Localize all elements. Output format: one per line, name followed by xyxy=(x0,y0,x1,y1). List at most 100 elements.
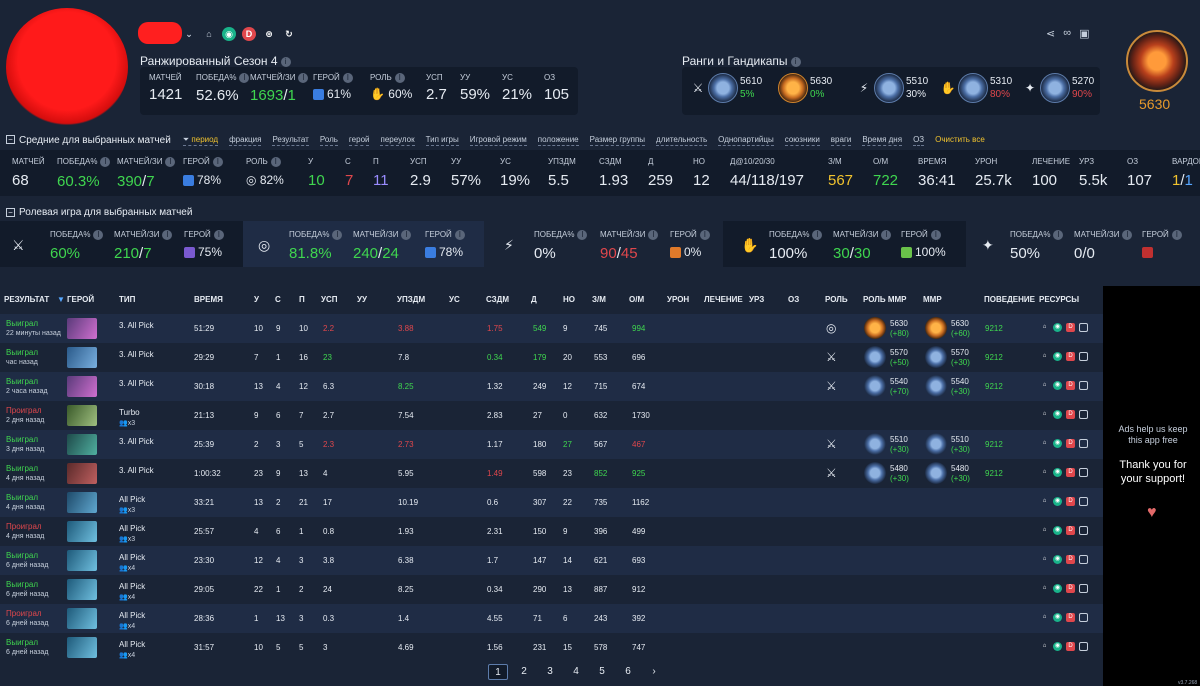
hero-portrait[interactable] xyxy=(67,550,97,571)
col-kills[interactable]: У xyxy=(254,295,259,304)
home-icon[interactable]: ⌂ xyxy=(1040,439,1049,448)
opendota-icon[interactable]: ◉ xyxy=(1053,613,1062,622)
share-icon[interactable]: ⋖ xyxy=(1046,27,1055,40)
dotabuff-icon[interactable]: D xyxy=(1066,555,1075,564)
dotabuff-icon[interactable]: D xyxy=(1066,439,1075,448)
table-row[interactable]: Выиграл 4 дня назад All Pick 👥x3 33:21 13 2 21 1… xyxy=(0,488,1103,517)
col-upzdm[interactable]: УПЗДМ xyxy=(397,295,425,304)
home-icon[interactable]: ⌂ xyxy=(1040,352,1049,361)
refresh-icon[interactable]: ↻ xyxy=(282,27,296,41)
hero-portrait[interactable] xyxy=(67,376,97,397)
col-result[interactable]: РЕЗУЛЬТАТ xyxy=(4,295,49,304)
hero-portrait[interactable] xyxy=(67,318,97,339)
filter-duration[interactable]: длительность xyxy=(656,135,708,146)
col-xpm[interactable]: О/М xyxy=(629,295,644,304)
dotabuff-icon[interactable]: D xyxy=(1066,526,1075,535)
home-icon[interactable]: ⌂ xyxy=(202,27,216,41)
col-behavior[interactable]: ПОВЕДЕНИЕ xyxy=(984,295,1035,304)
col-oz[interactable]: ОЗ xyxy=(788,295,799,304)
opendota-icon[interactable]: ◉ xyxy=(1053,526,1062,535)
table-row[interactable]: Выиграл 22 минуты назад 3. All Pick 51:29 10… xyxy=(0,314,1103,343)
col-tower[interactable]: УРЗ xyxy=(749,295,764,304)
copy-icon[interactable] xyxy=(1079,381,1088,390)
home-icon[interactable]: ⌂ xyxy=(1040,410,1049,419)
table-row[interactable]: Проиграл 6 дней назад All Pick 👥x4 28:36 1 13 3… xyxy=(0,604,1103,633)
dotabuff-icon[interactable]: D xyxy=(1066,642,1075,651)
copy-icon[interactable] xyxy=(1079,410,1088,419)
filter-allies[interactable]: союзники xyxy=(784,135,820,146)
home-icon[interactable]: ⌂ xyxy=(1040,381,1049,390)
filter-game-type[interactable]: Тип игры xyxy=(425,135,459,146)
home-icon[interactable]: ⌂ xyxy=(1040,468,1049,477)
opendota-icon[interactable]: ◉ xyxy=(1053,497,1062,506)
filter-period[interactable]: ⏷ период xyxy=(182,135,219,146)
dotabuff-icon[interactable]: D xyxy=(1066,468,1075,477)
opendota-icon[interactable]: ◉ xyxy=(1053,381,1062,390)
filter-game-mode[interactable]: Игровой режим xyxy=(469,135,527,146)
copy-icon[interactable] xyxy=(1079,526,1088,535)
copy-icon[interactable] xyxy=(1079,439,1088,448)
col-szdm[interactable]: СЗДМ xyxy=(486,295,509,304)
opendota-icon[interactable]: ◉ xyxy=(1053,410,1062,419)
copy-icon[interactable] xyxy=(1079,555,1088,564)
table-row[interactable]: Выиграл 6 дней назад All Pick 👥x4 29:05 22 1 2 2… xyxy=(0,575,1103,604)
col-denies[interactable]: НО xyxy=(563,295,575,304)
copy-icon[interactable] xyxy=(1079,497,1088,506)
filter-result[interactable]: Результат xyxy=(272,135,309,146)
col-damage[interactable]: УРОН xyxy=(667,295,689,304)
filter-faction[interactable]: фракция xyxy=(229,135,262,146)
roles-title[interactable]: − Ролевая игра для выбранных матчей xyxy=(6,207,192,218)
dotabuff-icon[interactable]: D xyxy=(1066,323,1075,332)
table-row[interactable]: Проиграл 2 дня назад Turbo 👥x3 21:13 9 6 7 2.7 7.… xyxy=(0,401,1103,430)
col-resources[interactable]: РЕСУРСЫ xyxy=(1039,295,1079,304)
home-icon[interactable]: ⌂ xyxy=(1040,497,1049,506)
image-icon[interactable]: ▣ xyxy=(1079,27,1089,40)
hero-portrait[interactable] xyxy=(67,463,97,484)
filter-oz[interactable]: ОЗ xyxy=(913,135,925,146)
steam-icon[interactable]: ⊛ xyxy=(262,27,276,41)
col-last-hits[interactable]: Д xyxy=(531,295,537,304)
dotabuff-icon[interactable]: D xyxy=(1066,352,1075,361)
hero-portrait[interactable] xyxy=(67,608,97,629)
filter-party-size[interactable]: Размер группы xyxy=(589,135,646,146)
opendota-icon[interactable]: ◉ xyxy=(1053,555,1062,564)
col-type[interactable]: ТИП xyxy=(119,295,135,304)
filter-time-of-day[interactable]: Время дня xyxy=(862,135,903,146)
filter-position[interactable]: положение xyxy=(537,135,579,146)
copy-icon[interactable] xyxy=(1079,642,1088,651)
table-row[interactable]: Выиграл 6 дней назад All Pick 👥x4 31:57 10 5 5 3… xyxy=(0,633,1103,662)
col-role[interactable]: РОЛЬ xyxy=(825,295,848,304)
col-hero[interactable]: ГЕРОЙ xyxy=(67,295,94,304)
collapse-icon[interactable]: − xyxy=(6,135,15,145)
copy-icon[interactable] xyxy=(1079,584,1088,593)
hero-portrait[interactable] xyxy=(67,434,97,455)
col-assists[interactable]: П xyxy=(299,295,305,304)
col-usp[interactable]: УСП xyxy=(321,295,338,304)
opendota-icon[interactable]: ◉ xyxy=(222,27,236,41)
hero-portrait[interactable] xyxy=(67,492,97,513)
opendota-icon[interactable]: ◉ xyxy=(1053,323,1062,332)
copy-icon[interactable] xyxy=(1079,352,1088,361)
clear-all-button[interactable]: Очистить все xyxy=(935,135,985,146)
table-row[interactable]: Выиграл час назад 3. All Pick 29:29 7 1 16 23 7.… xyxy=(0,343,1103,372)
dotabuff-icon[interactable]: D xyxy=(242,27,256,41)
home-icon[interactable]: ⌂ xyxy=(1040,584,1049,593)
col-uu[interactable]: УУ xyxy=(357,295,367,304)
hero-portrait[interactable] xyxy=(67,405,97,426)
opendota-icon[interactable]: ◉ xyxy=(1053,468,1062,477)
sort-desc-icon[interactable]: ▼ xyxy=(57,295,65,304)
info-icon[interactable]: i xyxy=(280,56,291,67)
next-page-button[interactable]: › xyxy=(644,664,664,680)
page-2[interactable]: 2 xyxy=(514,664,534,680)
col-us[interactable]: УС xyxy=(449,295,460,304)
table-row[interactable]: Выиграл 6 дней назад All Pick 👥x4 23:30 12 4 3 3… xyxy=(0,546,1103,575)
col-deaths[interactable]: С xyxy=(275,295,281,304)
filter-enemies[interactable]: враги xyxy=(830,135,852,146)
dotabuff-icon[interactable]: D xyxy=(1066,497,1075,506)
home-icon[interactable]: ⌂ xyxy=(1040,613,1049,622)
col-role-mmr[interactable]: РОЛЬ ММР xyxy=(863,295,907,304)
col-time[interactable]: ВРЕМЯ xyxy=(194,295,223,304)
table-row[interactable]: Выиграл 2 часа назад 3. All Pick 30:18 13 4 12… xyxy=(0,372,1103,401)
page-3[interactable]: 3 xyxy=(540,664,560,680)
filter-lane[interactable]: переулок xyxy=(380,135,415,146)
